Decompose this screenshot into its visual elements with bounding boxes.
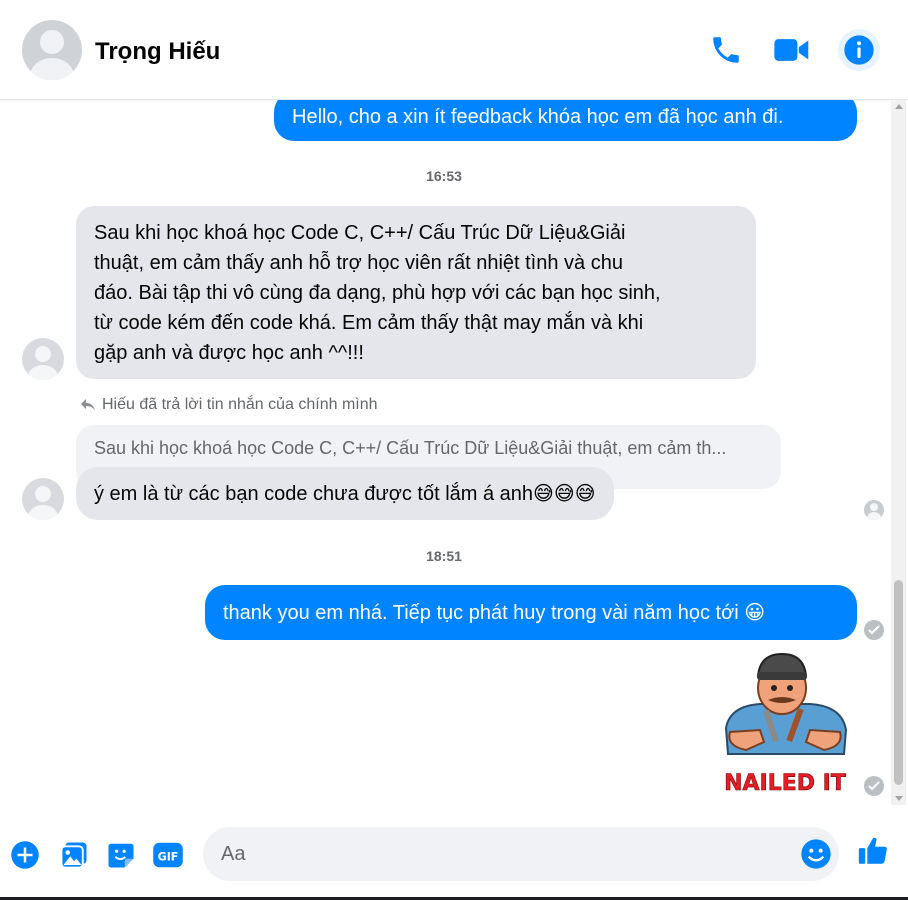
quoted-text: Sau khi học khoá học Code C, C++/ Cấu Tr… (94, 438, 727, 458)
reply-note-text: Hiếu đã trả lời tin nhắn của chính mình (102, 396, 378, 413)
scroll-down-arrow[interactable] (895, 796, 903, 801)
message-text: thank you em nhá. Tiếp tục phát huy tron… (223, 601, 766, 624)
message-line: gặp anh và được học anh ^^!!! (94, 342, 364, 364)
message-line: đáo. Bài tập thi vô cùng đa dạng, phù hợ… (94, 282, 661, 304)
message-line: thuật, em cảm thấy anh hỗ trợ học viên r… (94, 252, 623, 274)
incoming-message[interactable]: Sau khi học khoá học Code C, C++/ Cấu Tr… (76, 206, 756, 379)
chat-scrollbar[interactable] (891, 100, 906, 805)
sticker-image: NAILED IT (724, 652, 848, 796)
message-list[interactable]: Hello, cho a xin ít feedback khóa học em… (0, 100, 890, 805)
outgoing-message[interactable]: thank you em nhá. Tiếp tục phát huy tron… (205, 585, 857, 640)
message-line: Sau khi học khoá học Code C, C++/ Cấu Tr… (94, 222, 626, 244)
reply-icon (81, 399, 95, 411)
scroll-up-arrow[interactable] (895, 104, 903, 109)
reply-indicator: Hiếu đã trả lời tin nhắn của chính mình (80, 396, 378, 414)
sender-avatar[interactable] (22, 478, 64, 520)
incoming-message[interactable]: ý em là từ các bạn code chưa được tốt lắ… (76, 467, 614, 520)
seen-avatar (864, 500, 884, 520)
sent-check-icon (864, 776, 884, 796)
message-text: ý em là từ các bạn code chưa được tốt lắ… (94, 482, 596, 505)
emoji-icon[interactable] (800, 838, 832, 870)
info-button[interactable] (838, 29, 880, 71)
timestamp: 16:53 (426, 168, 462, 184)
phone-icon[interactable] (706, 30, 746, 70)
message-text: Hello, cho a xin ít feedback khóa học em… (292, 105, 784, 128)
sticker-icon[interactable] (104, 838, 138, 872)
contact-name[interactable]: Trọng Hiếu (95, 38, 220, 66)
sticker-message[interactable]: NAILED IT (720, 650, 850, 798)
sender-avatar[interactable] (22, 338, 64, 380)
message-input-box[interactable] (203, 827, 839, 881)
sent-check-icon (864, 620, 884, 640)
gif-icon[interactable]: GIF (151, 838, 185, 872)
info-icon (844, 35, 874, 65)
sticker-caption: NAILED IT (724, 771, 846, 796)
message-composer: GIF (0, 810, 908, 900)
outgoing-message[interactable]: Hello, cho a xin ít feedback khóa học em… (274, 100, 857, 141)
photo-icon[interactable] (57, 838, 91, 872)
scroll-thumb[interactable] (894, 580, 903, 785)
contact-avatar[interactable] (22, 20, 82, 80)
video-call-icon[interactable] (772, 30, 812, 70)
like-icon[interactable] (856, 834, 890, 868)
gif-label: GIF (158, 851, 179, 864)
message-input[interactable] (221, 839, 781, 869)
timestamp: 18:51 (426, 548, 462, 564)
message-line: từ code kém đến code khá. Em cảm thấy th… (94, 312, 644, 334)
conversation-header: Trọng Hiếu (0, 0, 908, 100)
add-icon[interactable] (8, 838, 42, 872)
